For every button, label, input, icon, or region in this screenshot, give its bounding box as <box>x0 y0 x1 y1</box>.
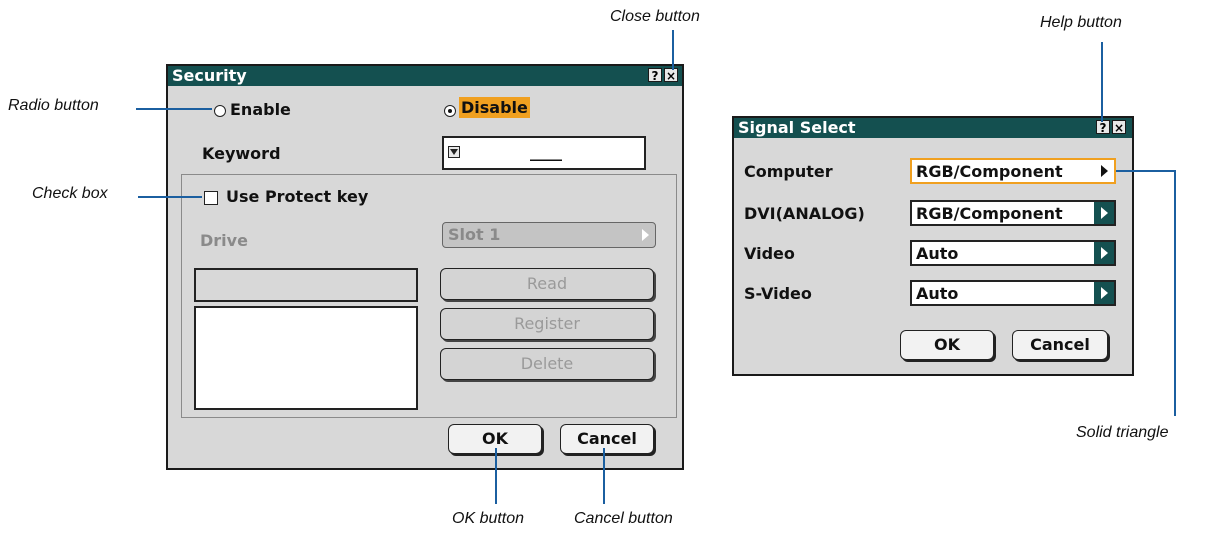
row-label-computer: Computer <box>744 162 833 181</box>
signal-select-dialog: Signal Select ? × Computer RGB/Component… <box>732 116 1134 376</box>
svideo-select[interactable]: Auto <box>910 280 1116 306</box>
drive-label: Drive <box>200 231 248 250</box>
triangle-icon[interactable] <box>1094 282 1114 304</box>
callout-line-check <box>138 196 202 198</box>
key-id-field <box>194 268 418 302</box>
callout-line-ok <box>495 448 497 504</box>
security-title: Security <box>172 66 247 85</box>
svideo-value: Auto <box>916 284 959 303</box>
keyword-input[interactable]: ____ <box>442 136 646 170</box>
cancel-button[interactable]: Cancel <box>1012 330 1108 360</box>
security-titlebar: Security <box>168 66 682 86</box>
keyword-dropdown-icon[interactable] <box>448 146 460 158</box>
triangle-icon[interactable] <box>1094 242 1114 264</box>
solid-triangle-icon[interactable] <box>1094 160 1114 182</box>
triangle-icon[interactable] <box>1094 202 1114 224</box>
keyword-label: Keyword <box>202 144 281 163</box>
callout-help-button: Help button <box>1040 14 1122 31</box>
signal-select-titlebar: Signal Select <box>734 118 1132 138</box>
key-list-box <box>194 306 418 410</box>
disable-radio[interactable] <box>444 105 456 117</box>
cancel-button[interactable]: Cancel <box>560 424 654 454</box>
video-select[interactable]: Auto <box>910 240 1116 266</box>
register-button[interactable]: Register <box>440 308 654 340</box>
security-dialog: Security ? × Enable Disable Keyword ____… <box>166 64 684 470</box>
enable-radio[interactable] <box>214 105 226 117</box>
drive-arrow-icon <box>642 229 649 241</box>
disable-label: Disable <box>459 97 530 118</box>
callout-line-triangle-v <box>1174 170 1176 416</box>
delete-button[interactable]: Delete <box>440 348 654 380</box>
read-button[interactable]: Read <box>440 268 654 300</box>
callout-cancel-button: Cancel button <box>574 510 673 527</box>
callout-line-cancel <box>603 448 605 504</box>
callout-line-radio <box>136 108 212 110</box>
computer-value: RGB/Component <box>916 162 1063 181</box>
close-icon[interactable]: × <box>1112 120 1126 135</box>
row-label-svideo: S-Video <box>744 284 812 303</box>
video-value: Auto <box>916 244 959 263</box>
keyword-value: ____ <box>530 142 562 161</box>
callout-line-help <box>1101 42 1103 122</box>
callout-close-button: Close button <box>610 8 700 25</box>
ok-button[interactable]: OK <box>900 330 994 360</box>
signal-select-title: Signal Select <box>738 118 856 137</box>
callout-solid-triangle: Solid triangle <box>1076 424 1169 441</box>
row-label-video: Video <box>744 244 795 263</box>
computer-select[interactable]: RGB/Component <box>910 158 1116 184</box>
dvi-select[interactable]: RGB/Component <box>910 200 1116 226</box>
callout-ok-button: OK button <box>452 510 525 527</box>
help-icon[interactable]: ? <box>1096 120 1110 135</box>
row-label-dvi: DVI(ANALOG) <box>744 204 865 223</box>
callout-radio-button: Radio button <box>8 97 99 114</box>
drive-value: Slot 1 <box>448 225 501 244</box>
callout-check-box: Check box <box>32 185 108 202</box>
help-icon[interactable]: ? <box>648 68 662 83</box>
callout-line-triangle-h <box>1116 170 1176 172</box>
drive-select[interactable]: Slot 1 <box>442 222 656 248</box>
protect-key-label: Use Protect key <box>226 187 369 206</box>
enable-label: Enable <box>230 100 291 119</box>
dvi-value: RGB/Component <box>916 204 1063 223</box>
callout-line-close <box>672 30 674 70</box>
close-icon[interactable]: × <box>664 68 678 83</box>
protect-key-checkbox[interactable] <box>204 191 218 205</box>
